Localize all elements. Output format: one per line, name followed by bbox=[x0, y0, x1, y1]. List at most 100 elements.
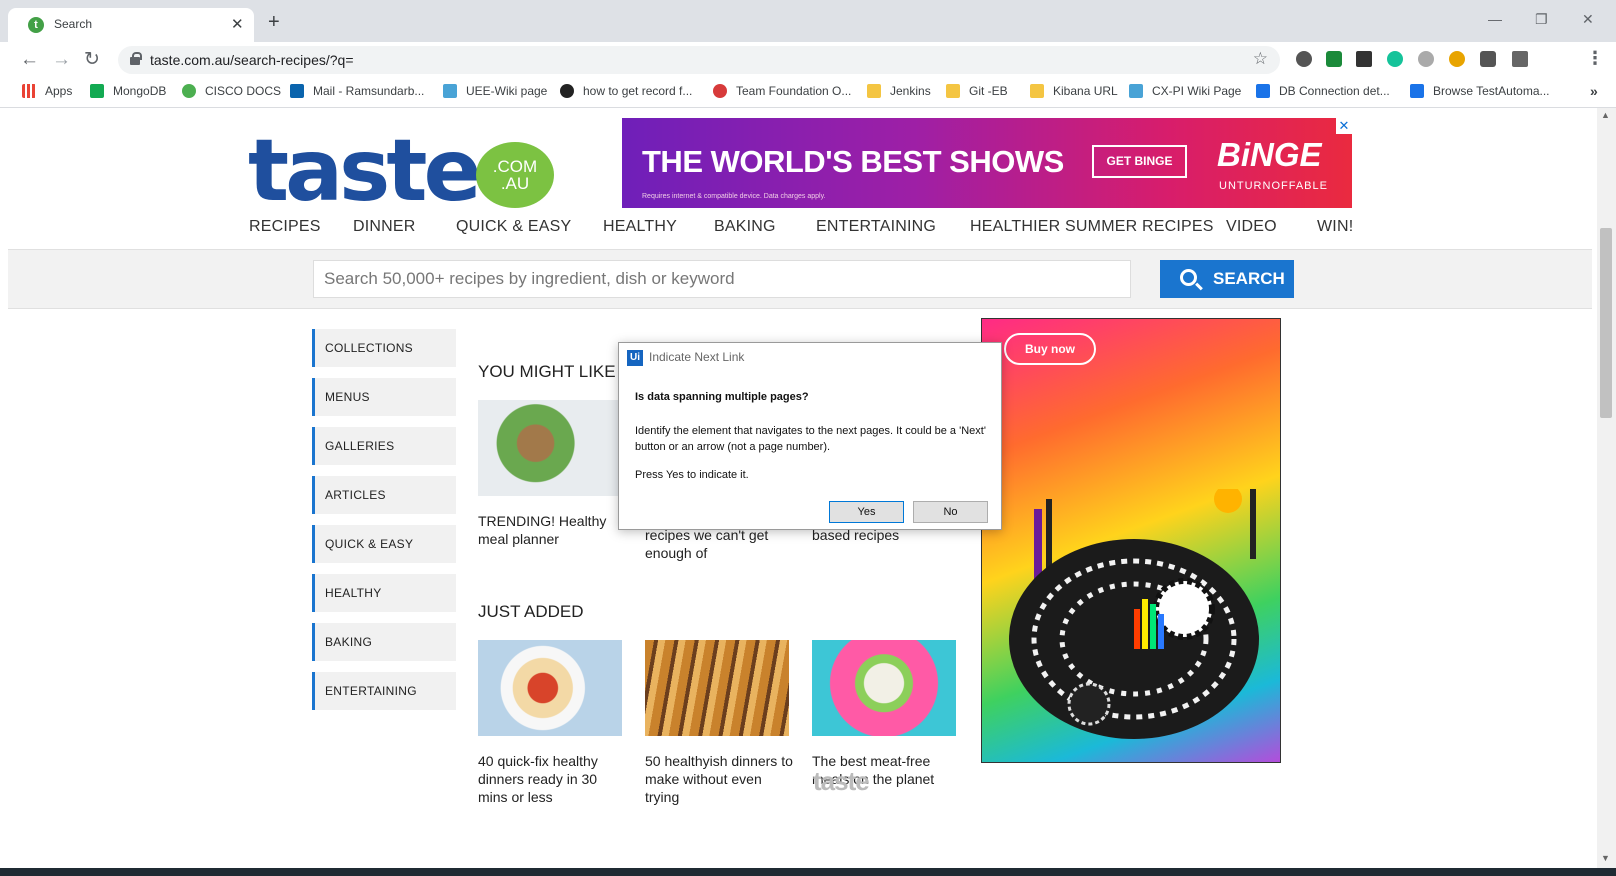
nav-dinner[interactable]: DINNER bbox=[353, 218, 416, 236]
address-bar[interactable]: taste.com.au/search-recipes/?q= ☆ bbox=[118, 46, 1280, 74]
bookmark-item[interactable]: CX-PI Wiki Page bbox=[1129, 84, 1241, 102]
banner-ad[interactable]: THE WORLD'S BEST SHOWS Requires internet… bbox=[622, 118, 1352, 208]
ad-artwork bbox=[1009, 489, 1259, 739]
bookmark-label: UEE-Wiki page bbox=[466, 84, 548, 98]
bookmark-item[interactable]: how to get record f... bbox=[560, 84, 692, 102]
nav-video[interactable]: VIDEO bbox=[1226, 218, 1277, 236]
recipe-card[interactable]: 40 quick-fix healthy dinners ready in 30… bbox=[478, 640, 622, 810]
mongodb-icon bbox=[90, 84, 104, 98]
recipe-card-title[interactable]: recipes we can't get enough of bbox=[645, 526, 795, 562]
taste-favicon-icon: t bbox=[28, 17, 44, 33]
search-button[interactable]: SEARCH bbox=[1160, 260, 1294, 298]
extension-icon[interactable] bbox=[1418, 51, 1434, 67]
bookmark-label: Mail - Ramsundarb... bbox=[313, 84, 425, 98]
extension-icon[interactable] bbox=[1326, 51, 1342, 67]
os-taskbar bbox=[0, 868, 1616, 876]
url-text[interactable]: taste.com.au/search-recipes/?q= bbox=[150, 52, 354, 68]
recipe-card-title[interactable]: TRENDING! Healthy meal planner bbox=[478, 512, 628, 548]
sidebar-item-articles[interactable]: ARTICLES bbox=[312, 476, 456, 514]
bookmarks-overflow-icon[interactable]: » bbox=[1590, 83, 1598, 99]
folder-icon bbox=[1030, 84, 1044, 98]
bookmark-item[interactable]: Jenkins bbox=[867, 84, 931, 102]
sidebar-item-quick-easy[interactable]: QUICK & EASY bbox=[312, 525, 456, 563]
bookmark-item[interactable]: MongoDB bbox=[90, 84, 166, 102]
browser-tab[interactable]: t Search ✕ bbox=[8, 8, 254, 42]
nav-recipes[interactable]: RECIPES bbox=[249, 218, 321, 236]
sidebar-item-collections[interactable]: COLLECTIONS bbox=[312, 329, 456, 367]
restore-button[interactable]: ❐ bbox=[1535, 11, 1548, 28]
nav-entertaining[interactable]: ENTERTAINING bbox=[816, 218, 936, 236]
sidebar-item-galleries[interactable]: GALLERIES bbox=[312, 427, 456, 465]
recipe-thumbnail[interactable] bbox=[812, 640, 956, 736]
scroll-down-icon[interactable]: ▼ bbox=[1601, 853, 1610, 863]
search-band: SEARCH bbox=[8, 249, 1592, 309]
recipe-card-title[interactable]: 40 quick-fix healthy dinners ready in 30… bbox=[478, 752, 628, 806]
bookmark-apps[interactable]: Apps bbox=[22, 84, 72, 102]
recipe-thumbnail[interactable] bbox=[478, 400, 622, 496]
lock-icon[interactable] bbox=[130, 52, 142, 65]
bookmark-star-icon[interactable]: ☆ bbox=[1253, 49, 1268, 69]
browser-toolbar: ← → ↻ taste.com.au/search-recipes/?q= ☆ … bbox=[0, 42, 1616, 78]
nav-healthy[interactable]: HEALTHY bbox=[603, 218, 677, 236]
cisco-wiki-icon bbox=[1129, 84, 1143, 98]
extension-icon[interactable] bbox=[1356, 51, 1372, 67]
reload-button[interactable]: ↻ bbox=[84, 48, 100, 72]
minimize-button[interactable]: — bbox=[1488, 11, 1502, 27]
bookmark-item[interactable]: Mail - Ramsundarb... bbox=[290, 84, 424, 102]
recipe-card[interactable]: 50 healthyish dinners to make without ev… bbox=[645, 640, 793, 810]
puzzle-icon[interactable] bbox=[1480, 51, 1496, 67]
bookmark-label: how to get record f... bbox=[583, 84, 693, 98]
bookmark-label: CISCO DOCS bbox=[205, 84, 282, 98]
recipe-thumbnail[interactable] bbox=[645, 640, 789, 736]
section-title-you-might-like: YOU MIGHT LIKE bbox=[478, 362, 616, 381]
main-nav: RECIPES DINNER QUICK & EASY HEALTHY BAKI… bbox=[0, 218, 1616, 242]
bookmark-item[interactable]: CISCO DOCS bbox=[182, 84, 281, 102]
apps-grid-icon bbox=[22, 84, 36, 98]
close-window-button[interactable]: ✕ bbox=[1582, 11, 1594, 28]
forward-button[interactable]: → bbox=[52, 48, 71, 72]
ad-tagline: UNTURNOFFABLE bbox=[1219, 180, 1328, 192]
tab-close-icon[interactable]: ✕ bbox=[231, 15, 244, 33]
bookmark-item[interactable]: Kibana URL bbox=[1030, 84, 1118, 102]
bookmark-item[interactable]: Browse TestAutoma... bbox=[1410, 84, 1550, 102]
scroll-up-icon[interactable]: ▲ bbox=[1601, 110, 1610, 120]
ad-close-icon[interactable]: ✕ bbox=[1336, 118, 1352, 134]
taste-watermark: taste bbox=[813, 766, 870, 796]
recipe-card[interactable]: TRENDING! Healthy meal planner bbox=[478, 400, 622, 550]
grammarly-icon[interactable] bbox=[1387, 51, 1403, 67]
media-icon[interactable] bbox=[1512, 51, 1528, 67]
sidebar-item-baking[interactable]: BAKING bbox=[312, 623, 456, 661]
nav-healthier-summer-recipes[interactable]: HEALTHIER SUMMER RECIPES bbox=[970, 218, 1214, 236]
sidebar-item-menus[interactable]: MENUS bbox=[312, 378, 456, 416]
new-tab-button[interactable]: + bbox=[268, 12, 280, 32]
logo-badge-line: .COM bbox=[492, 157, 538, 176]
page-scrollbar[interactable]: ▲ ▼ bbox=[1597, 108, 1616, 868]
yes-button[interactable]: Yes bbox=[829, 501, 904, 523]
get-binge-button[interactable]: GET BINGE bbox=[1092, 145, 1187, 178]
sidebar-item-entertaining[interactable]: ENTERTAINING bbox=[312, 672, 456, 710]
ad-fineprint: Requires internet & compatible device. D… bbox=[642, 193, 826, 200]
bookmark-label: CX-PI Wiki Page bbox=[1152, 84, 1242, 98]
recipe-thumbnail[interactable] bbox=[478, 640, 622, 736]
recipe-search-input[interactable] bbox=[313, 260, 1131, 298]
uipath-icon: Ui bbox=[627, 350, 643, 366]
nav-win[interactable]: WIN! bbox=[1317, 218, 1353, 236]
bookmark-item[interactable]: DB Connection det... bbox=[1256, 84, 1390, 102]
taste-logo[interactable]: taste bbox=[248, 128, 482, 214]
sidebar-item-healthy[interactable]: HEALTHY bbox=[312, 574, 456, 612]
bookmark-item[interactable]: Git -EB bbox=[946, 84, 1008, 102]
extension-icon[interactable] bbox=[1449, 51, 1465, 67]
no-button[interactable]: No bbox=[913, 501, 988, 523]
browser-menu-icon[interactable]: ⋮ bbox=[1586, 48, 1604, 69]
bookmark-label: Jenkins bbox=[890, 84, 931, 98]
scrollbar-thumb[interactable] bbox=[1600, 228, 1612, 418]
nav-baking[interactable]: BAKING bbox=[714, 218, 776, 236]
bookmark-item[interactable]: UEE-Wiki page bbox=[443, 84, 547, 102]
buy-now-button[interactable]: Buy now bbox=[1004, 333, 1096, 365]
sidebar-ad[interactable]: Buy now bbox=[981, 318, 1281, 763]
bookmark-item[interactable]: Team Foundation O... bbox=[713, 84, 851, 102]
back-button[interactable]: ← bbox=[20, 48, 39, 72]
nav-quick-easy[interactable]: QUICK & EASY bbox=[456, 218, 571, 236]
recipe-card-title[interactable]: 50 healthyish dinners to make without ev… bbox=[645, 752, 795, 806]
extension-icon[interactable] bbox=[1296, 51, 1312, 67]
